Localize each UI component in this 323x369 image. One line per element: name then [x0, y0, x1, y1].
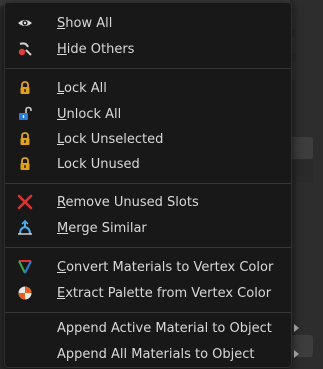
menu-item-lock-all[interactable]: Lock All	[5, 76, 291, 101]
menu-item-label: Append Active Material to Object	[57, 321, 272, 336]
menu-item-merge-similar[interactable]: Merge Similar	[5, 216, 291, 241]
menu-item-lock-unused[interactable]: Lock Unused	[5, 152, 291, 177]
material-specials-menu: Show All Hide Others Lock All Unlock All…	[4, 2, 292, 368]
menu-item-label: Remove Unused Slots	[57, 195, 199, 210]
menu-separator	[5, 68, 291, 69]
menu-item-label: Merge Similar	[57, 221, 147, 236]
lock-icon	[17, 131, 33, 147]
menu-item-label: Lock All	[57, 81, 107, 96]
menu-item-label: Append All Materials to Object	[57, 347, 255, 362]
menu-item-unlock-all[interactable]: Unlock All	[5, 102, 291, 127]
right-panel	[290, 0, 323, 369]
menu-item-label: Hide Others	[57, 42, 135, 57]
merge-icon	[17, 219, 33, 236]
x-icon	[17, 194, 33, 210]
menu-separator	[5, 312, 291, 313]
lock-icon	[17, 156, 33, 172]
menu-item-lock-unselected[interactable]: Lock Unselected	[5, 127, 291, 152]
menu-item-show-all[interactable]: Show All	[5, 11, 291, 36]
unlock-icon	[17, 106, 33, 122]
eye-icon	[17, 15, 33, 31]
vertex-color-icon	[17, 259, 33, 275]
menu-item-label: Extract Palette from Vertex Color	[57, 286, 272, 301]
menu-item-label: Show All	[57, 16, 113, 31]
menu-item-remove-unused-slots[interactable]: Remove Unused Slots	[5, 190, 291, 215]
menu-item-hide-others[interactable]: Hide Others	[5, 37, 291, 62]
menu-item-append-active-material[interactable]: Append Active Material to Object	[5, 316, 291, 341]
submenu-arrow-icon	[294, 350, 299, 358]
submenu-arrow-icon	[294, 324, 299, 332]
hide-others-icon	[17, 41, 33, 57]
menu-item-label: Lock Unselected	[57, 132, 164, 147]
lock-icon	[17, 80, 33, 96]
menu-item-extract-palette-from-vertex-color[interactable]: Extract Palette from Vertex Color	[5, 281, 291, 306]
menu-item-label: Unlock All	[57, 107, 122, 122]
menu-item-label: Lock Unused	[57, 157, 140, 172]
palette-icon	[17, 285, 33, 301]
menu-item-append-all-materials[interactable]: Append All Materials to Object	[5, 342, 291, 367]
menu-separator	[5, 247, 291, 248]
menu-item-convert-materials-to-vertex-color[interactable]: Convert Materials to Vertex Color	[5, 255, 291, 280]
menu-separator	[5, 183, 291, 184]
menu-item-label: Convert Materials to Vertex Color	[57, 260, 274, 275]
